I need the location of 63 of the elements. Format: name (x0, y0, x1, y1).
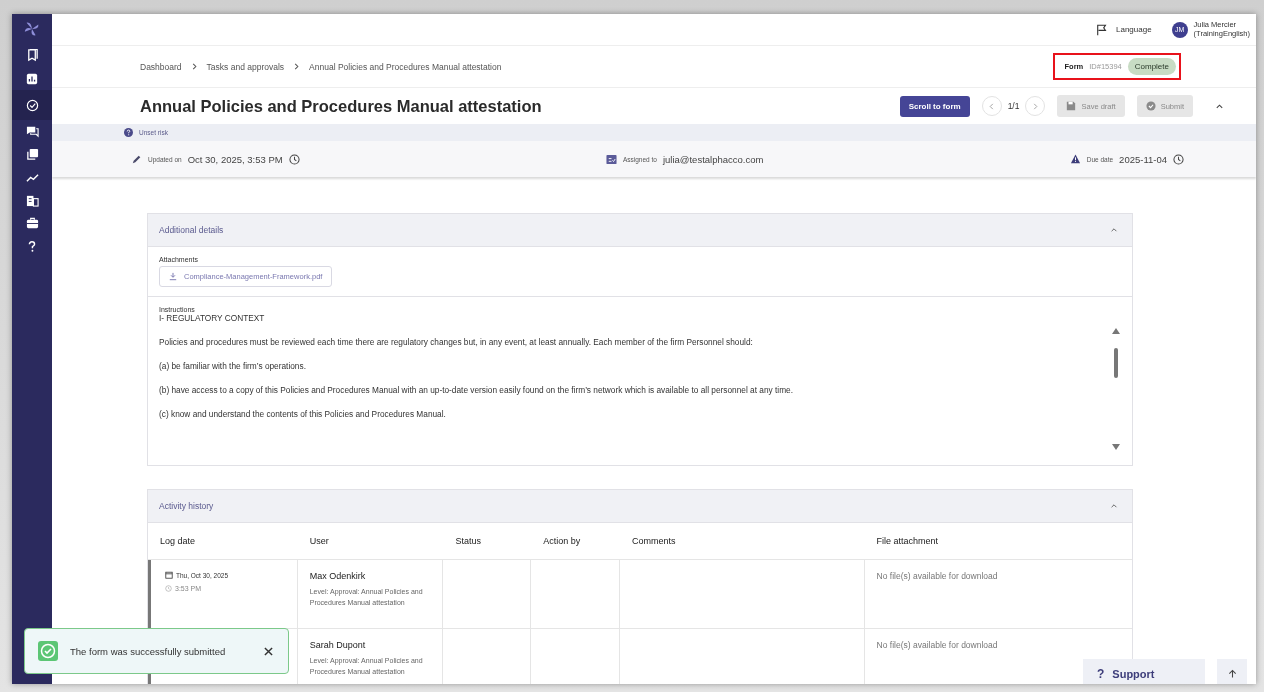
column-header: User (308, 536, 330, 546)
card-header[interactable]: Additional details (148, 214, 1132, 247)
toolbox-icon (25, 217, 39, 230)
user-name: Sarah Dupont (309, 640, 367, 650)
trend-icon (25, 171, 39, 184)
column-header: Action by (542, 536, 582, 546)
building-icon (25, 194, 39, 207)
instruction-paragraph: (a) be familiar with the firm’s operations. (159, 361, 307, 371)
clock-icon (165, 585, 172, 592)
column-header: File attachment (875, 536, 940, 546)
updated-date: Oct 30, 2025, 3:53 PM (187, 153, 283, 165)
logo-icon (23, 20, 41, 38)
sidebar-item[interactable] (12, 90, 52, 120)
language-button[interactable]: Language (1096, 23, 1152, 36)
file-status: No file(s) available for download (876, 640, 999, 650)
chart-icon (26, 72, 38, 85)
help-circle-icon (124, 128, 133, 137)
due-date: 2025-11-04 (1119, 153, 1167, 165)
layers-icon (25, 148, 39, 161)
instruction-paragraph: Policies and procedures must be reviewed each time there are regulatory changes but, in any event, at least annually. Each member of the firm Personnel should: (159, 337, 754, 347)
column-header: Status (454, 536, 482, 546)
arrow-up-icon (1227, 669, 1237, 679)
save-icon (1066, 101, 1077, 111)
pager-text: 1/1 (1007, 101, 1020, 111)
instruction-paragraph: (b) have access to a copy of this Policies and Procedures Manual with an up-to-date version easily found on the firm’s network which is available to all personnel at any time. (159, 385, 793, 395)
check-circle-icon (1145, 101, 1156, 111)
clock-icon (1173, 153, 1184, 165)
card-title: Activity history (159, 501, 214, 511)
chevron-left-icon (988, 102, 996, 110)
card-title: Additional details (159, 225, 224, 235)
close-icon[interactable] (264, 646, 273, 656)
column-header: Log date (159, 536, 197, 546)
calendar-icon (165, 571, 173, 579)
chevron-right-icon (190, 63, 198, 70)
check-circle-icon (25, 98, 39, 112)
warning-icon (1069, 154, 1081, 164)
toast-message: The form was successfully submitted (70, 645, 227, 657)
instruction-paragraph: I- REGULATORY CONTEXT (159, 313, 266, 323)
breadcrumb-link[interactable]: Annual Policies and Procedures Manual attestation (309, 61, 502, 72)
chevron-right-icon (1031, 102, 1039, 110)
download-icon (169, 272, 177, 281)
assignee-email: julia@testalphacco.com (662, 153, 764, 165)
card-header[interactable]: Activity history (148, 490, 1132, 523)
file-status: No file(s) available for download (876, 571, 999, 581)
support-button[interactable]: ? Support (1083, 659, 1205, 684)
breadcrumb-link[interactable]: Dashboard (140, 61, 182, 72)
success-check-icon (38, 641, 58, 661)
instruction-paragraph: (c) know and understand the contents of this Policies and Procedures Manual. (159, 409, 447, 419)
scroll-to-form-button[interactable]: Scroll to form (899, 95, 970, 117)
user-name: Max Odenkirk (309, 571, 367, 581)
assignment-icon (605, 153, 617, 165)
documents-icon (25, 49, 39, 62)
pencil-icon (132, 154, 142, 164)
status-badge: Complete (1127, 58, 1176, 75)
chat-icon (25, 125, 39, 138)
breadcrumb-link[interactable]: Tasks and approvals (206, 61, 285, 72)
help-icon (26, 240, 38, 253)
clock-icon (288, 153, 300, 165)
column-header: Comments (631, 536, 677, 546)
chevron-up-icon (1215, 101, 1224, 111)
chevron-right-icon (293, 63, 301, 70)
flag-icon (1096, 23, 1108, 36)
page-title: Annual Policies and Procedures Manual attestation (140, 96, 542, 116)
